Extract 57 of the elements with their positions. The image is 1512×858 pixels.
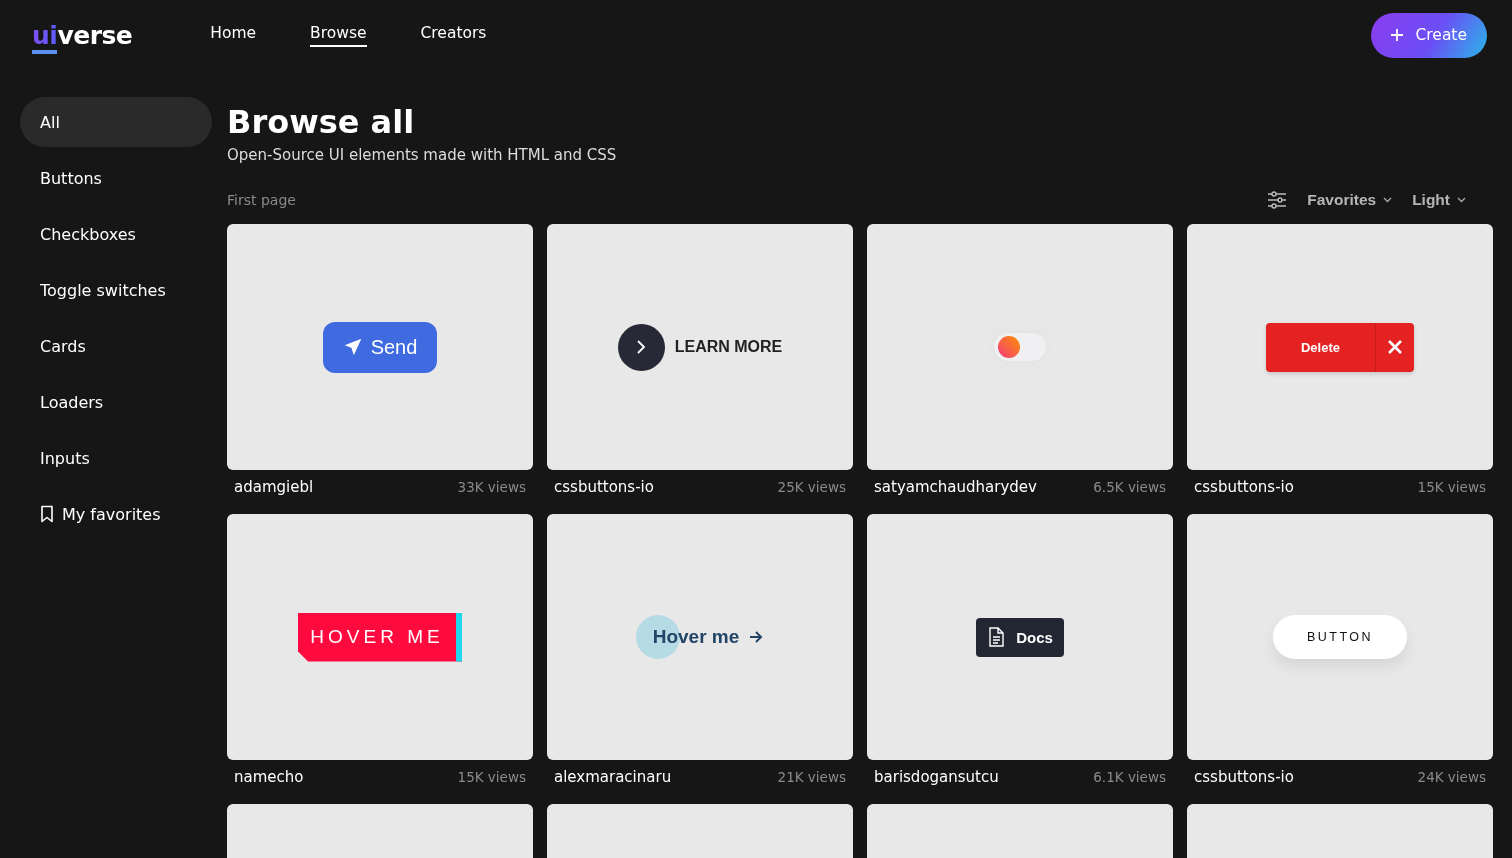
filter-dropdown[interactable]: Light (1408, 191, 1466, 209)
author-name[interactable]: cssbuttons-io (1194, 767, 1294, 786)
hover-me-button[interactable]: HOVER ME (298, 612, 462, 662)
author-name[interactable]: namecho (234, 767, 304, 786)
filter-icon[interactable] (1267, 191, 1288, 209)
hover-me-button[interactable]: Hover me (634, 614, 766, 660)
page-label: First page (227, 192, 296, 208)
page-title: Browse all (227, 102, 416, 143)
pill-button[interactable]: BUTTON (1273, 615, 1407, 659)
nav-link[interactable]: Home (210, 23, 257, 47)
learn-more-button[interactable]: LEARN MORE (617, 323, 783, 371)
send-button[interactable]: Send (322, 321, 438, 373)
sidebar-item[interactable]: All (20, 97, 212, 147)
author-name[interactable]: satyamchaudharydev (874, 477, 1037, 496)
sidebar-item[interactable]: Inputs (20, 433, 212, 483)
toggle-switch[interactable] (994, 333, 1046, 361)
component-card[interactable]: LEARN MORE (547, 224, 853, 470)
view-count: 33K views (457, 478, 526, 495)
view-count: 21K views (777, 768, 846, 785)
nav-link[interactable]: Browse (310, 23, 367, 47)
author-name[interactable]: alexmaracinaru (554, 767, 672, 786)
arrow-right-icon (749, 631, 764, 643)
docs-button[interactable]: Docs (976, 617, 1064, 657)
sidebar-item[interactable]: Toggle switches (20, 265, 212, 315)
sidebar-item[interactable]: Buttons (20, 153, 212, 203)
view-count: 6.5K views (1093, 478, 1166, 495)
delete-button[interactable]: Delete (1266, 322, 1414, 372)
document-icon (988, 627, 1005, 647)
component-card[interactable]: HOVER ME (227, 514, 533, 760)
paper-plane-icon (342, 337, 363, 357)
component-card[interactable]: BUTTON (1187, 514, 1493, 760)
filter-dropdown[interactable]: Favorites (1303, 191, 1393, 209)
author-name[interactable]: cssbuttons-io (554, 477, 654, 496)
sidebar-item[interactable]: Loaders (20, 377, 212, 427)
component-card[interactable]: Send (227, 224, 533, 470)
author-name[interactable]: cssbuttons-io (1194, 477, 1294, 496)
bookmark-icon (40, 505, 54, 523)
component-card[interactable]: Hover me (547, 514, 853, 760)
sidebar-item[interactable]: My favorites (20, 489, 212, 539)
author-name[interactable]: barisdogansutcu (874, 767, 999, 786)
chevron-down-icon (1457, 197, 1466, 203)
component-card[interactable]: Docs (867, 514, 1173, 760)
view-count: 15K views (457, 768, 526, 785)
sidebar-item[interactable]: Cards (20, 321, 212, 371)
view-count: 25K views (777, 478, 846, 495)
plus-icon (1389, 27, 1406, 43)
chevron-down-icon (1383, 197, 1393, 203)
view-count: 15K views (1417, 478, 1486, 495)
author-name[interactable]: adamgiebl (234, 477, 314, 496)
view-count: 6.1K views (1093, 768, 1166, 785)
create-button[interactable]: Create (1371, 12, 1487, 58)
component-card[interactable]: Delete (1187, 224, 1493, 470)
sidebar-item[interactable]: Checkboxes (20, 209, 212, 259)
nav-link[interactable]: Creators (420, 23, 487, 47)
view-count: 24K views (1417, 768, 1486, 785)
page-subtitle: Open-Source UI elements made with HTML and CSS (227, 146, 618, 164)
close-icon (1388, 340, 1402, 354)
